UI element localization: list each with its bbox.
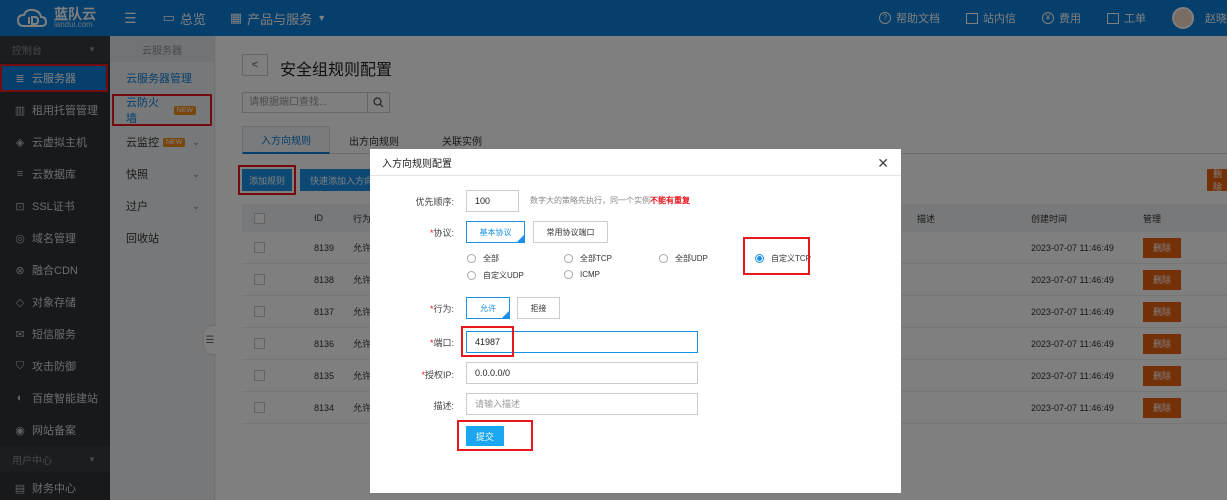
action-deny[interactable]: 拒接 bbox=[517, 297, 560, 319]
radio-label: 全部UDP bbox=[675, 254, 708, 263]
radio-icmp[interactable]: ICMP bbox=[564, 270, 600, 279]
priority-hint: 数字大的策略先执行，同一个实例不能有重复 bbox=[530, 195, 690, 206]
radio-label: 全部TCP bbox=[580, 254, 612, 263]
auth-ip-input[interactable] bbox=[466, 362, 698, 384]
close-icon[interactable]: ✕ bbox=[877, 155, 889, 172]
action-label-text: 行为: bbox=[433, 304, 454, 314]
radio-indicator bbox=[467, 271, 476, 280]
highlight-custom-tcp bbox=[743, 237, 810, 275]
inbound-rule-dialog: 入方向规则配置 ✕ 优先顺序: 数字大的策略先执行，同一个实例不能有重复 *协议… bbox=[370, 149, 901, 493]
action-allow[interactable]: 允许 bbox=[466, 297, 510, 319]
description-label: 描述: bbox=[433, 401, 454, 411]
highlight-port bbox=[461, 326, 514, 357]
radio-indicator bbox=[564, 254, 573, 263]
radio-label: ICMP bbox=[580, 270, 600, 279]
auth-ip-label: *授权IP: bbox=[421, 370, 454, 380]
priority-hint-warning: 不能有重复 bbox=[650, 196, 690, 205]
radio-all[interactable]: 全部 bbox=[467, 253, 499, 264]
radio-indicator bbox=[564, 270, 573, 279]
port-label: *端口: bbox=[429, 338, 454, 348]
radio-label: 全部 bbox=[483, 254, 499, 263]
protocol-label: *协议: bbox=[429, 228, 454, 238]
tab-common-ports[interactable]: 常用协议端口 bbox=[533, 221, 608, 243]
radio-all-tcp[interactable]: 全部TCP bbox=[564, 253, 612, 264]
radio-indicator bbox=[467, 254, 476, 263]
highlight-submit bbox=[457, 420, 533, 451]
radio-indicator bbox=[659, 254, 668, 263]
radio-all-udp[interactable]: 全部UDP bbox=[659, 253, 708, 264]
priority-input[interactable] bbox=[466, 190, 519, 212]
auth-ip-label-text: 授权IP: bbox=[424, 370, 454, 380]
priority-hint-text: 数字大的策略先执行，同一个实例 bbox=[530, 196, 650, 205]
radio-label: 自定义UDP bbox=[483, 271, 524, 280]
dialog-title: 入方向规则配置 bbox=[370, 149, 901, 176]
description-input[interactable] bbox=[466, 393, 698, 415]
action-label: *行为: bbox=[429, 304, 454, 314]
priority-label: 优先顺序: bbox=[415, 197, 454, 207]
port-label-text: 端口: bbox=[433, 338, 454, 348]
tab-basic-protocol[interactable]: 基本协议 bbox=[466, 221, 525, 243]
radio-custom-udp[interactable]: 自定义UDP bbox=[467, 270, 524, 281]
protocol-label-text: 协议: bbox=[433, 228, 454, 238]
